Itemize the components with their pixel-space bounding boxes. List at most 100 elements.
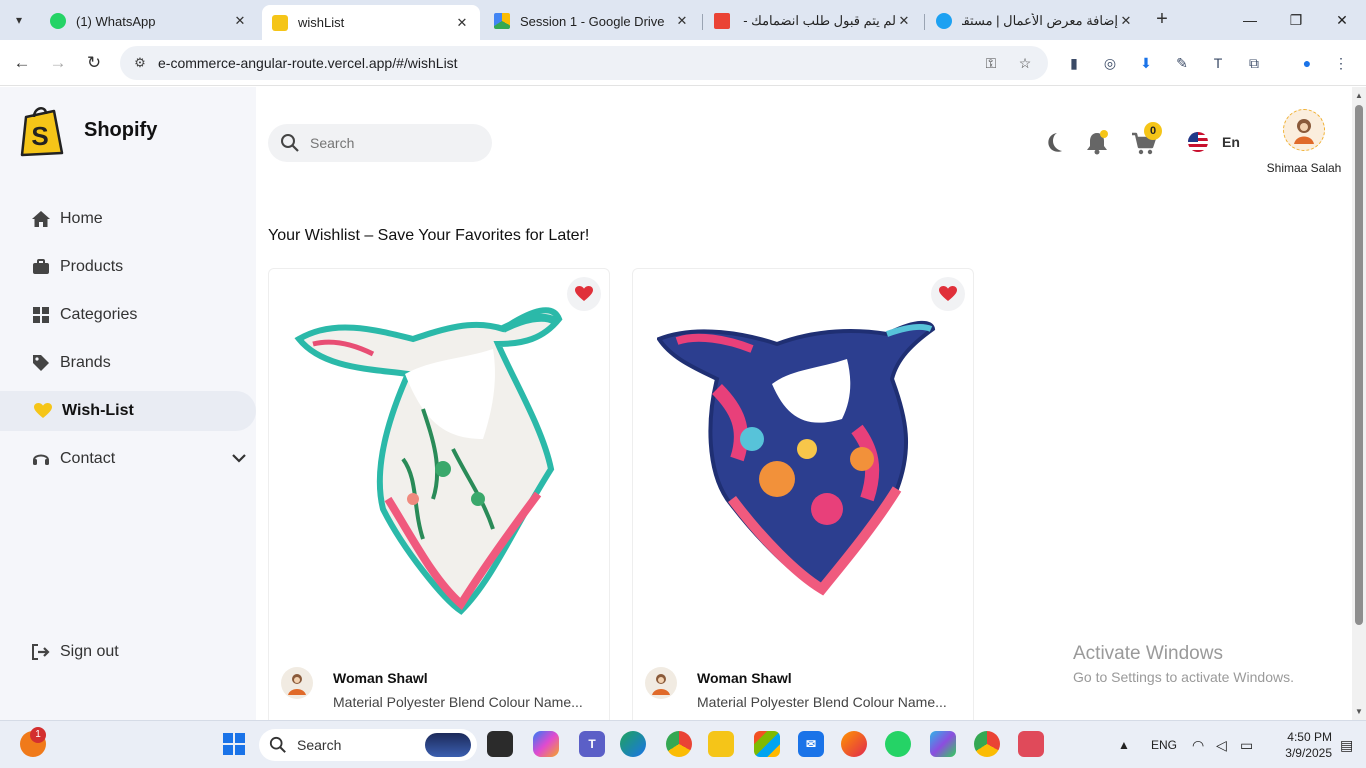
close-icon[interactable]: ✕ [232,13,248,29]
language-label: En [1222,134,1240,150]
site-settings-icon[interactable]: ⚙ [130,55,150,71]
tab-wishlist[interactable]: wishList ✕ [262,5,480,40]
taskbar-search[interactable]: Search [259,729,477,761]
tab-google-drive[interactable]: Session 1 - Google Drive ✕ [484,5,700,37]
sidebar-item-home[interactable]: Home [0,199,256,239]
extension-code-icon[interactable]: ◎ [1099,52,1121,74]
scroll-down-icon[interactable]: ▼ [1354,707,1364,716]
sidebar-item-label: Contact [60,450,116,467]
edge-icon[interactable] [620,731,646,757]
address-bar[interactable]: ⚙ e-commerce-angular-route.vercel.app/#/… [120,46,1048,80]
notification-bell-icon[interactable] [1083,129,1111,157]
avatar [281,667,313,699]
close-icon[interactable]: ✕ [454,15,470,31]
wifi-icon[interactable]: ◠ [1192,721,1204,768]
download-icon[interactable]: ⬇ [1135,52,1157,74]
search-icon [269,736,286,753]
product-card[interactable]: Woman Shawl Material Polyester Blend Col… [632,268,974,720]
battery-icon[interactable]: ▭ [1240,721,1253,768]
user-name[interactable]: Shimaa Salah [1258,161,1350,175]
firefox-icon[interactable] [841,731,867,757]
sidebar-item-label: Products [60,258,124,275]
taskbar-search-label: Search [297,737,342,753]
file-explorer-icon[interactable] [708,731,734,757]
copilot-icon[interactable] [533,731,559,757]
sidebar-item-label: Wish-List [62,402,134,419]
product-name[interactable]: Woman Shawl [333,670,428,686]
bookmark-star-icon[interactable]: ☆ [1014,55,1036,72]
store-icon[interactable] [754,731,780,757]
product-card[interactable]: Woman Shawl Material Polyester Blend Col… [268,268,610,720]
new-tab-button[interactable]: + [1150,8,1174,32]
google-drive-icon [494,13,510,29]
language-switcher[interactable]: En [1188,132,1240,152]
sidebar-item-products[interactable]: Products [0,247,256,287]
minimize-button[interactable]: — [1230,6,1270,34]
close-window-button[interactable]: ✕ [1322,6,1362,34]
task-view-icon[interactable] [487,731,513,757]
extensions-puzzle-icon[interactable]: ⧉ [1243,52,1265,74]
teams-icon[interactable]: T [579,731,605,757]
heart-icon [32,401,54,421]
product-description: Material Polyester Blend Colour Name... [333,694,583,710]
tab-gmail[interactable]: لم يتم قبول طلب انضمامك - ✕ [704,5,922,37]
close-icon[interactable]: ✕ [1118,13,1134,29]
back-button[interactable]: ← [9,50,35,76]
product-image[interactable] [657,299,947,619]
sidebar-item-categories[interactable]: Categories [0,295,256,335]
shopify-icon [272,14,288,31]
dark-mode-moon-icon[interactable] [1040,129,1068,157]
tab-mostaql[interactable]: إضافة معرض الأعمال | مستقل ✕ [926,5,1144,37]
maximize-button[interactable]: ❐ [1276,6,1316,34]
headset-icon [30,449,52,469]
sidebar-item-brands[interactable]: Brands [0,343,256,383]
chevron-down-icon[interactable] [232,452,246,466]
web-page: S Shopify Home Products Categories Brand… [0,87,1352,720]
snipping-tool-icon[interactable] [1018,731,1044,757]
mail-icon[interactable]: ✉ [798,731,824,757]
color-picker-icon[interactable]: ✎ [1171,52,1193,74]
menu-kebab-icon[interactable]: ⋮ [1330,52,1352,74]
sidebar-item-wishlist[interactable]: Wish-List [0,391,256,431]
extension-book-icon[interactable]: ▮ [1063,52,1085,74]
tab-search-chevron-icon[interactable]: ▾ [6,8,32,32]
brand[interactable]: S Shopify [20,103,157,157]
scroll-up-icon[interactable]: ▲ [1354,91,1364,100]
extension-text-icon[interactable]: T [1207,52,1229,74]
sidebar-item-contact[interactable]: Contact [0,439,256,479]
svg-text:S: S [31,121,48,151]
signout-button[interactable]: Sign out [0,632,256,672]
close-icon[interactable]: ✕ [896,13,912,29]
chrome-active-icon[interactable] [974,731,1000,757]
close-icon[interactable]: ✕ [674,13,690,29]
profile-icon[interactable]: ● [1296,52,1318,74]
url-text: e-commerce-angular-route.vercel.app/#/wi… [158,55,458,71]
search-input[interactable] [310,135,470,151]
chrome-icon[interactable] [666,731,692,757]
avatar[interactable] [1283,109,1325,151]
page-scrollbar[interactable]: ▲ ▼ [1352,87,1366,720]
tab-title: (1) WhatsApp [76,13,156,29]
reload-button[interactable]: ↻ [81,50,107,76]
whatsapp-icon[interactable] [885,731,911,757]
signout-label: Sign out [60,643,119,660]
tab-title: wishList [298,15,345,30]
product-name[interactable]: Woman Shawl [697,670,792,686]
microsoft365-icon[interactable] [930,731,956,757]
forward-button[interactable]: → [45,50,71,76]
cart-count-badge: 0 [1144,122,1162,140]
whatsapp-icon [50,13,66,29]
scrollbar-thumb[interactable] [1355,105,1363,625]
taskbar-clock[interactable]: 4:50 PM 3/9/2025 [1266,729,1332,761]
search-bar[interactable] [268,124,492,162]
windows-start-icon[interactable] [221,731,247,757]
volume-icon[interactable]: ◁ [1216,721,1227,768]
key-icon[interactable]: ⚿ [980,55,1002,72]
show-hidden-icons-chevron-icon[interactable]: ▲ [1118,721,1130,768]
tab-title: إضافة معرض الأعمال | مستقل [962,13,1118,28]
product-image[interactable] [293,299,583,619]
tab-whatsapp[interactable]: (1) WhatsApp ✕ [40,5,258,37]
input-language[interactable]: ENG [1151,721,1177,768]
tag-icon [30,353,52,373]
notification-center-icon[interactable]: ▤ [1340,721,1353,768]
